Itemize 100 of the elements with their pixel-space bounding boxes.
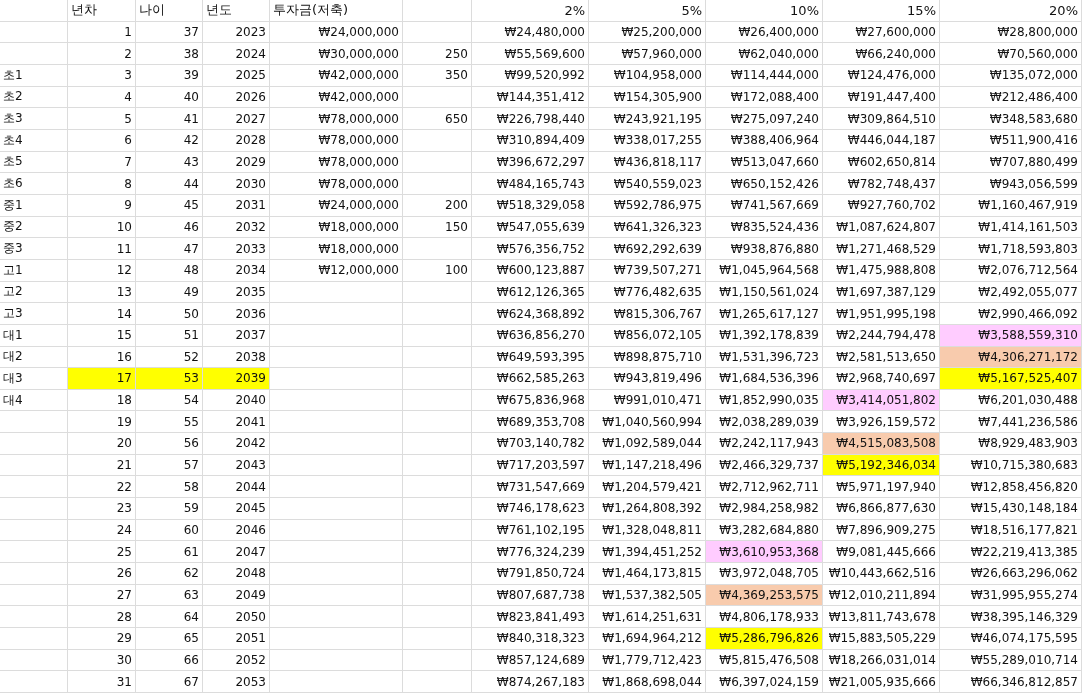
table-cell: 45 [136, 194, 203, 217]
table-cell: 2050 [203, 606, 270, 629]
table-cell: ₩662,585,263 [472, 368, 589, 390]
table-cell: ₩275,097,240 [706, 108, 823, 130]
table-cell: 25 [68, 541, 136, 564]
column-header: 년도 [203, 0, 270, 22]
table-cell: ₩21,005,935,666 [823, 671, 940, 693]
table-cell: 200 [403, 194, 472, 217]
table-cell: 2051 [203, 628, 270, 650]
table-cell: ₩18,516,177,821 [940, 519, 1082, 542]
table-cell: ₩212,486,400 [940, 86, 1082, 109]
table-cell: ₩55,569,600 [472, 43, 589, 65]
table-cell: ₩513,047,660 [706, 151, 823, 174]
table-cell: ₩1,264,808,392 [589, 498, 706, 520]
table-cell: 42 [136, 129, 203, 152]
table-cell: ₩2,712,962,711 [706, 476, 823, 499]
table-cell: ₩1,684,536,396 [706, 368, 823, 390]
table-cell: ₩576,356,752 [472, 238, 589, 260]
table-cell: ₩12,010,211,894 [823, 584, 940, 607]
table-cell: ₩1,531,396,723 [706, 346, 823, 369]
table-cell: 20 [68, 433, 136, 455]
table-cell: ₩857,124,689 [472, 649, 589, 672]
empty-cell [0, 563, 68, 585]
table-cell: ₩78,000,000 [270, 129, 403, 152]
table-cell: 43 [136, 151, 203, 174]
table-cell: ₩1,092,589,044 [589, 433, 706, 455]
table-cell: ₩650,152,426 [706, 173, 823, 195]
table-cell: ₩12,858,456,820 [940, 476, 1082, 499]
empty-cell [403, 411, 472, 434]
table-cell: ₩807,687,738 [472, 584, 589, 607]
empty-cell [403, 649, 472, 672]
table-cell: 17 [68, 368, 136, 390]
table-cell: 55 [136, 411, 203, 434]
table-cell: 28 [68, 606, 136, 629]
empty-cell [403, 541, 472, 564]
empty-cell [0, 628, 68, 650]
table-cell: ₩18,000,000 [270, 216, 403, 239]
empty-cell [403, 563, 472, 585]
table-cell: ₩1,718,593,803 [940, 238, 1082, 260]
table-cell: ₩28,800,000 [940, 21, 1082, 44]
table-cell: 64 [136, 606, 203, 629]
table-cell: ₩1,271,468,529 [823, 238, 940, 260]
empty-cell [403, 281, 472, 304]
table-cell: ₩66,346,812,857 [940, 671, 1082, 693]
column-header: 15% [823, 0, 940, 22]
table-cell: 고1 [0, 259, 68, 282]
table-cell: 초6 [0, 173, 68, 195]
empty-cell [0, 498, 68, 520]
table-cell: ₩46,074,175,595 [940, 628, 1082, 650]
table-cell: ₩649,593,395 [472, 346, 589, 369]
table-cell: 100 [403, 259, 472, 282]
table-cell: 51 [136, 324, 203, 347]
table-cell: ₩791,850,724 [472, 563, 589, 585]
table-cell: 2026 [203, 86, 270, 109]
table-cell: ₩15,883,505,229 [823, 628, 940, 650]
table-cell: 중3 [0, 238, 68, 260]
table-cell: ₩9,081,445,666 [823, 541, 940, 564]
table-cell: ₩6,201,030,488 [940, 389, 1082, 412]
table-cell: 2047 [203, 541, 270, 564]
table-cell: ₩15,430,148,184 [940, 498, 1082, 520]
table-cell: 5 [68, 108, 136, 130]
table-cell: ₩927,760,702 [823, 194, 940, 217]
table-cell: 24 [68, 519, 136, 542]
table-cell: ₩3,610,953,368 [706, 541, 823, 564]
table-cell: 37 [136, 21, 203, 44]
table-cell: 14 [68, 303, 136, 325]
table-cell: 11 [68, 238, 136, 260]
table-cell: 2027 [203, 108, 270, 130]
empty-cell [403, 86, 472, 109]
table-cell: ₩938,876,880 [706, 238, 823, 260]
table-cell: ₩1,265,617,127 [706, 303, 823, 325]
table-cell: 40 [136, 86, 203, 109]
empty-cell [403, 606, 472, 629]
table-cell: ₩592,786,975 [589, 194, 706, 217]
table-cell: ₩124,476,000 [823, 64, 940, 87]
table-cell: 13 [68, 281, 136, 304]
table-cell: 2053 [203, 671, 270, 693]
table-cell: ₩856,072,105 [589, 324, 706, 347]
table-cell: 8 [68, 173, 136, 195]
table-cell: ₩8,929,483,903 [940, 433, 1082, 455]
table-cell: ₩1,951,995,198 [823, 303, 940, 325]
table-cell: ₩22,219,413,385 [940, 541, 1082, 564]
table-cell: 2043 [203, 454, 270, 477]
empty-cell [0, 21, 68, 44]
table-cell: 2048 [203, 563, 270, 585]
table-cell: 2045 [203, 498, 270, 520]
table-cell: 46 [136, 216, 203, 239]
table-cell: ₩396,672,297 [472, 151, 589, 174]
table-cell: ₩624,368,892 [472, 303, 589, 325]
table-cell: 2049 [203, 584, 270, 607]
table-cell: 49 [136, 281, 203, 304]
table-cell: ₩3,588,559,310 [940, 324, 1082, 347]
table-cell: ₩707,880,499 [940, 151, 1082, 174]
table-cell: 대4 [0, 389, 68, 412]
table-cell: 중1 [0, 194, 68, 217]
table-cell: 350 [403, 64, 472, 87]
table-cell: ₩776,324,239 [472, 541, 589, 564]
table-cell: ₩3,414,051,802 [823, 389, 940, 412]
empty-cell [0, 0, 68, 22]
table-cell: 2042 [203, 433, 270, 455]
